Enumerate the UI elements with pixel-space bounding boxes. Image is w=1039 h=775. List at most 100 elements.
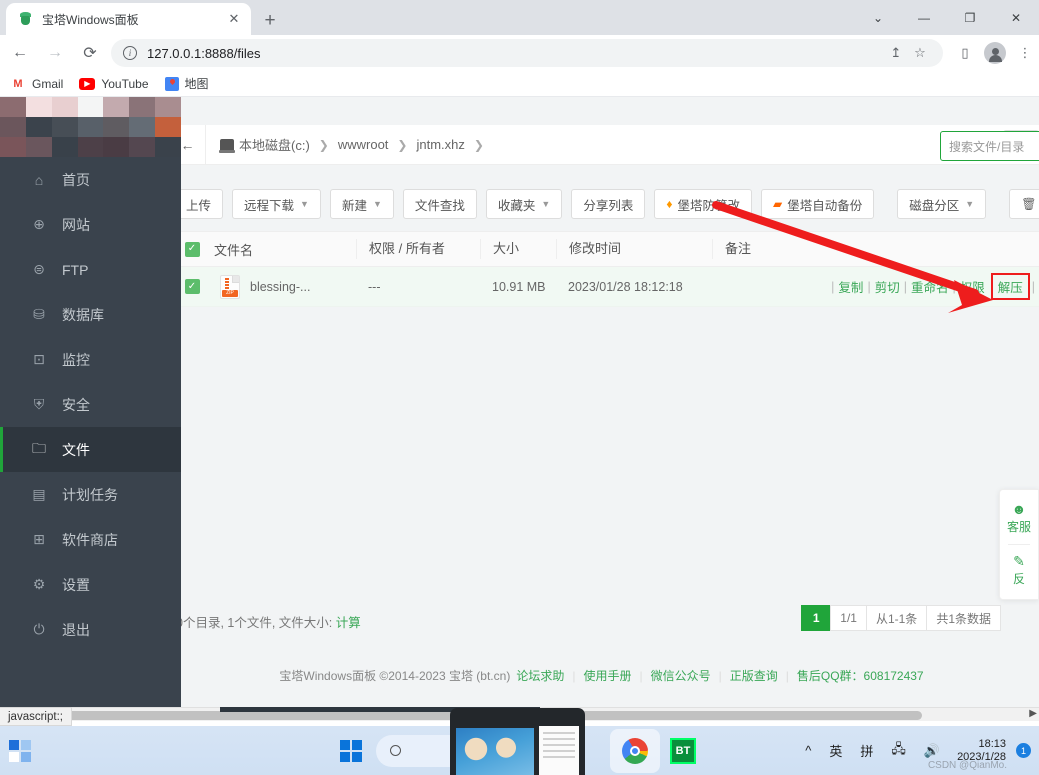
action-unzip[interactable]: 解压: [990, 273, 1030, 300]
gmail-icon: M: [13, 77, 23, 90]
back-button[interactable]: ←: [5, 38, 35, 68]
action-cut[interactable]: 剪切: [871, 277, 904, 296]
footer-link-wechat[interactable]: 微信公众号: [651, 667, 711, 684]
ime-language[interactable]: 英: [820, 741, 851, 760]
minimize-button[interactable]: —: [901, 0, 947, 35]
gear-icon: ⚙: [32, 576, 46, 592]
summary-text: 0个目录, 1个文件, 文件大小:: [176, 616, 333, 630]
widget-divider: [1008, 544, 1030, 545]
auto-backup-button[interactable]: ▰ 堡塔自动备份: [761, 189, 875, 219]
bookmark-youtube[interactable]: ▶ YouTube: [79, 77, 149, 91]
footer-link-forum[interactable]: 论坛求助: [516, 667, 564, 684]
clock-time: 18:13: [978, 737, 1006, 750]
network-icon[interactable]: 🖧: [882, 740, 915, 762]
new-tab-button[interactable]: +: [256, 7, 284, 35]
disk-icon: [219, 139, 235, 153]
footer-link-license[interactable]: 正版查询: [730, 667, 778, 684]
site-info-icon[interactable]: i: [123, 46, 137, 60]
close-window-button[interactable]: ✕: [993, 0, 1039, 35]
share-icon[interactable]: ↥: [885, 42, 907, 64]
remote-download-button[interactable]: 远程下载 ▼: [232, 189, 321, 219]
share-list-button[interactable]: 分享列表: [571, 189, 646, 219]
address-bar[interactable]: i 127.0.0.1:8888/files ↥ ☆: [111, 39, 943, 67]
tab-close-icon[interactable]: ✕: [225, 10, 243, 28]
sidebar-item-label: 计划任务: [62, 486, 118, 503]
side-panel-icon[interactable]: ▯: [951, 39, 979, 67]
restore-button[interactable]: ❐: [947, 0, 993, 35]
search-area: 搜索文件/目录 包含文: [939, 131, 1039, 161]
window-preview-thumbnail[interactable]: [450, 708, 585, 775]
action-permission[interactable]: 权限: [956, 277, 989, 296]
page-footer: 宝塔Windows面板 ©2014-2023 宝塔 (bt.cn) 论坛求助 |…: [170, 667, 1039, 684]
sidebar-item-database[interactable]: ⛁ 数据库: [0, 292, 181, 337]
sidebar-item-security[interactable]: ⛨ 安全: [0, 382, 181, 427]
preview-document: [539, 726, 579, 775]
bookmark-gmail[interactable]: M Gmail: [10, 76, 63, 92]
sidebar-item-label: 数据库: [62, 306, 104, 323]
column-header-permission[interactable]: 权限 / 所有者: [356, 239, 480, 259]
chrome-menu-icon[interactable]: ⋮: [1011, 39, 1039, 67]
forward-button[interactable]: →: [40, 38, 70, 68]
volume-icon[interactable]: 🔊: [915, 743, 949, 759]
recycle-bin-button[interactable]: 🗑 回收站: [1009, 189, 1039, 219]
breadcrumb-item-wwwroot[interactable]: wwwroot: [338, 137, 389, 152]
column-header-size[interactable]: 大小: [480, 239, 556, 259]
favorites-button[interactable]: 收藏夹 ▼: [485, 189, 563, 219]
action-copy[interactable]: 复制: [834, 277, 867, 296]
sidebar-item-home[interactable]: ⌂ 首页: [0, 157, 181, 202]
bookmark-maps[interactable]: 地图: [164, 75, 209, 92]
browser-tab[interactable]: 宝塔Windows面板 ✕: [6, 3, 251, 35]
search-input[interactable]: 搜索文件/目录: [939, 131, 1039, 161]
taskbar-chrome-button[interactable]: [610, 728, 660, 773]
breadcrumb-item-jntm[interactable]: jntm.xhz: [416, 137, 464, 152]
footer-qq-group[interactable]: 售后QQ群：608172437: [797, 667, 924, 684]
column-header-note[interactable]: 备注: [712, 239, 804, 259]
bookmark-star-icon[interactable]: ☆: [909, 42, 931, 64]
ime-pinyin[interactable]: 拼: [851, 741, 882, 760]
taskview-button[interactable]: [0, 739, 40, 762]
sidebar-item-cron[interactable]: ▤ 计划任务: [0, 472, 181, 517]
calc-size-link[interactable]: 计算: [336, 616, 361, 630]
filename-text[interactable]: blessing-...: [250, 280, 310, 294]
tab-search-chevron-icon[interactable]: ⌄: [855, 0, 901, 35]
anti-tamper-button[interactable]: ♦ 堡塔防篡改: [654, 189, 752, 219]
pencil-edit-icon: ✎: [1013, 553, 1025, 569]
upload-button[interactable]: 上传: [174, 189, 224, 219]
total-info: 共1条数据: [926, 605, 1001, 631]
button-label: 上传: [186, 198, 212, 213]
feedback-button[interactable]: ✎ 反: [1006, 550, 1032, 591]
breadcrumb-disk[interactable]: 本地磁盘(c:): [219, 135, 310, 154]
footer-link-manual[interactable]: 使用手册: [583, 667, 631, 684]
column-header-name[interactable]: 文件名: [214, 240, 356, 259]
profile-avatar[interactable]: [984, 42, 1006, 64]
tab-title: 宝塔Windows面板: [42, 12, 139, 27]
new-button[interactable]: 新建 ▼: [329, 189, 394, 219]
sidebar-item-logout[interactable]: ⏻ 退出: [0, 607, 181, 652]
button-label: 新建: [341, 198, 367, 213]
taskbar-bt-button[interactable]: BT: [670, 737, 696, 764]
scroll-right-arrow-icon[interactable]: ▶: [1029, 708, 1037, 719]
customer-service-button[interactable]: ☻ 客服: [1006, 498, 1032, 539]
table-summary: 0个目录, 1个文件, 文件大小: 计算: [170, 612, 361, 631]
sidebar-item-website[interactable]: ⊕ 网站: [0, 202, 181, 247]
start-button-icon[interactable]: [340, 739, 362, 762]
footer-copyright: 宝塔Windows面板 ©2014-2023 宝塔 (bt.cn): [279, 669, 511, 683]
search-icon: [390, 745, 401, 756]
sidebar-item-ftp[interactable]: ⊜ FTP: [0, 247, 181, 292]
reload-button[interactable]: ⟳: [75, 38, 105, 68]
sidebar-item-settings[interactable]: ⚙ 设置: [0, 562, 181, 607]
sidebar-item-monitor[interactable]: ⊡ 监控: [0, 337, 181, 382]
table-row[interactable]: ✓ ZIP blessing-... --- 10.91 MB 2023/01/…: [170, 267, 1039, 307]
footer-separator: |: [785, 668, 789, 683]
file-search-button[interactable]: 文件查找: [402, 189, 477, 219]
button-label: 磁盘分区: [909, 198, 960, 213]
notification-badge[interactable]: 1: [1016, 743, 1031, 758]
show-hidden-icons[interactable]: ^: [796, 743, 820, 758]
sidebar-item-appstore[interactable]: ⊞ 软件商店: [0, 517, 181, 562]
page-button-1[interactable]: 1: [801, 605, 832, 631]
column-header-mtime[interactable]: 修改时间: [556, 239, 712, 259]
panel-sidebar: ⌂ 首页 ⊕ 网站 ⊜ FTP ⛁ 数据库 ⊡ 监控 ⛨ 安全 🗀 文件 ▤ 计…: [0, 97, 181, 707]
action-rename[interactable]: 重命名: [907, 277, 953, 296]
disk-partition-button[interactable]: 磁盘分区 ▼: [897, 189, 987, 219]
sidebar-item-files[interactable]: 🗀 文件: [0, 427, 181, 472]
